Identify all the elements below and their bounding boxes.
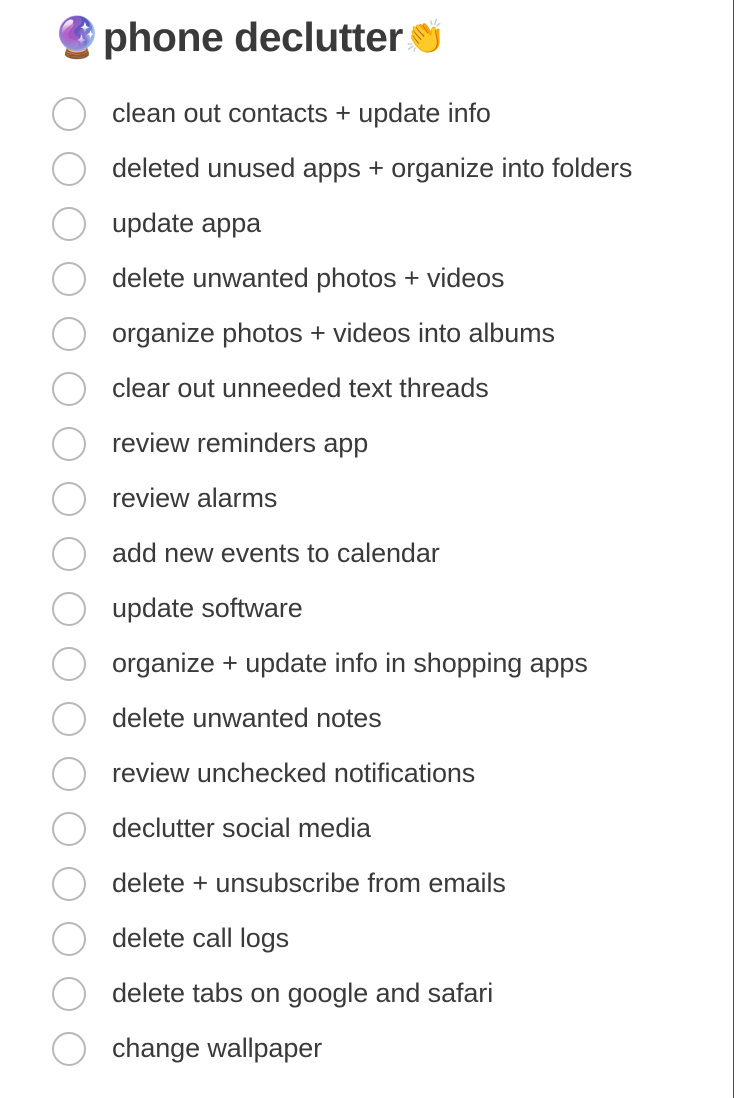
checklist-page: 🔮 phone declutter 👏 clean out contacts +…: [0, 0, 736, 1098]
checkbox-circle-icon[interactable]: [52, 536, 86, 571]
page-title-text: phone declutter: [102, 14, 404, 60]
checkbox-circle-icon[interactable]: [52, 646, 86, 681]
checklist-row[interactable]: delete unwanted notes: [0, 691, 736, 746]
checkbox-circle-icon[interactable]: [52, 316, 86, 351]
checklist-row[interactable]: delete call logs: [0, 911, 736, 966]
checklist-row[interactable]: declutter social media: [0, 801, 736, 856]
checklist: clean out contacts + update info deleted …: [0, 86, 736, 1076]
checkbox-circle-icon[interactable]: [52, 481, 86, 516]
checklist-row[interactable]: delete tabs on google and safari: [0, 966, 736, 1021]
checkbox-circle-icon[interactable]: [52, 96, 86, 131]
checklist-item-label: delete call logs: [112, 922, 290, 953]
checklist-item-label: review alarms: [112, 482, 278, 513]
checklist-item-label: clean out contacts + update info: [112, 97, 491, 128]
page-title: 🔮 phone declutter 👏: [52, 14, 446, 60]
checklist-item-label: update software: [112, 592, 303, 623]
checkbox-circle-icon[interactable]: [52, 701, 86, 736]
checklist-item-label: declutter social media: [112, 812, 371, 843]
checklist-row[interactable]: review unchecked notifications: [0, 746, 736, 801]
checklist-item-label: review reminders app: [112, 427, 369, 458]
checklist-item-label: clear out unneeded text threads: [112, 372, 489, 403]
checklist-row[interactable]: clean out contacts + update info: [0, 86, 736, 141]
checkbox-circle-icon[interactable]: [52, 976, 86, 1011]
checkbox-circle-icon[interactable]: [52, 811, 86, 846]
checklist-row[interactable]: delete + unsubscribe from emails: [0, 856, 736, 911]
checklist-row[interactable]: organize photos + videos into albums: [0, 306, 736, 361]
checklist-item-label: review unchecked notifications: [112, 757, 476, 788]
clapping-hands-icon: 👏: [404, 18, 446, 55]
page-edge-divider: [733, 0, 734, 1098]
crystal-ball-icon: 🔮: [52, 15, 102, 60]
checklist-item-label: delete + unsubscribe from emails: [112, 867, 506, 898]
checklist-row[interactable]: change wallpaper: [0, 1021, 736, 1076]
checklist-row[interactable]: delete unwanted photos + videos: [0, 251, 736, 306]
checkbox-circle-icon[interactable]: [52, 261, 86, 296]
checklist-row[interactable]: organize + update info in shopping apps: [0, 636, 736, 691]
checklist-item-label: update appa: [112, 207, 262, 238]
checklist-row[interactable]: update software: [0, 581, 736, 636]
checklist-row[interactable]: clear out unneeded text threads: [0, 361, 736, 416]
checklist-row[interactable]: deleted unused apps + organize into fold…: [0, 141, 736, 196]
checklist-item-label: change wallpaper: [112, 1032, 323, 1063]
checklist-item-label: organize + update info in shopping apps: [112, 647, 588, 678]
checkbox-circle-icon[interactable]: [52, 591, 86, 626]
checklist-item-label: add new events to calendar: [112, 537, 440, 568]
checkbox-circle-icon[interactable]: [52, 1031, 86, 1066]
checklist-row[interactable]: review alarms: [0, 471, 736, 526]
checklist-item-label: organize photos + videos into albums: [112, 317, 555, 348]
checklist-item-label: delete unwanted notes: [112, 702, 382, 733]
checkbox-circle-icon[interactable]: [52, 866, 86, 901]
checkbox-circle-icon[interactable]: [52, 426, 86, 461]
checkbox-circle-icon[interactable]: [52, 921, 86, 956]
checklist-row[interactable]: update appa: [0, 196, 736, 251]
checklist-item-label: delete unwanted photos + videos: [112, 262, 505, 293]
checkbox-circle-icon[interactable]: [52, 371, 86, 406]
checklist-item-label: delete tabs on google and safari: [112, 977, 494, 1008]
checkbox-circle-icon[interactable]: [52, 756, 86, 791]
checklist-item-label: deleted unused apps + organize into fold…: [112, 152, 633, 183]
checkbox-circle-icon[interactable]: [52, 151, 86, 186]
checkbox-circle-icon[interactable]: [52, 206, 86, 241]
checklist-row[interactable]: add new events to calendar: [0, 526, 736, 581]
checklist-row[interactable]: review reminders app: [0, 416, 736, 471]
